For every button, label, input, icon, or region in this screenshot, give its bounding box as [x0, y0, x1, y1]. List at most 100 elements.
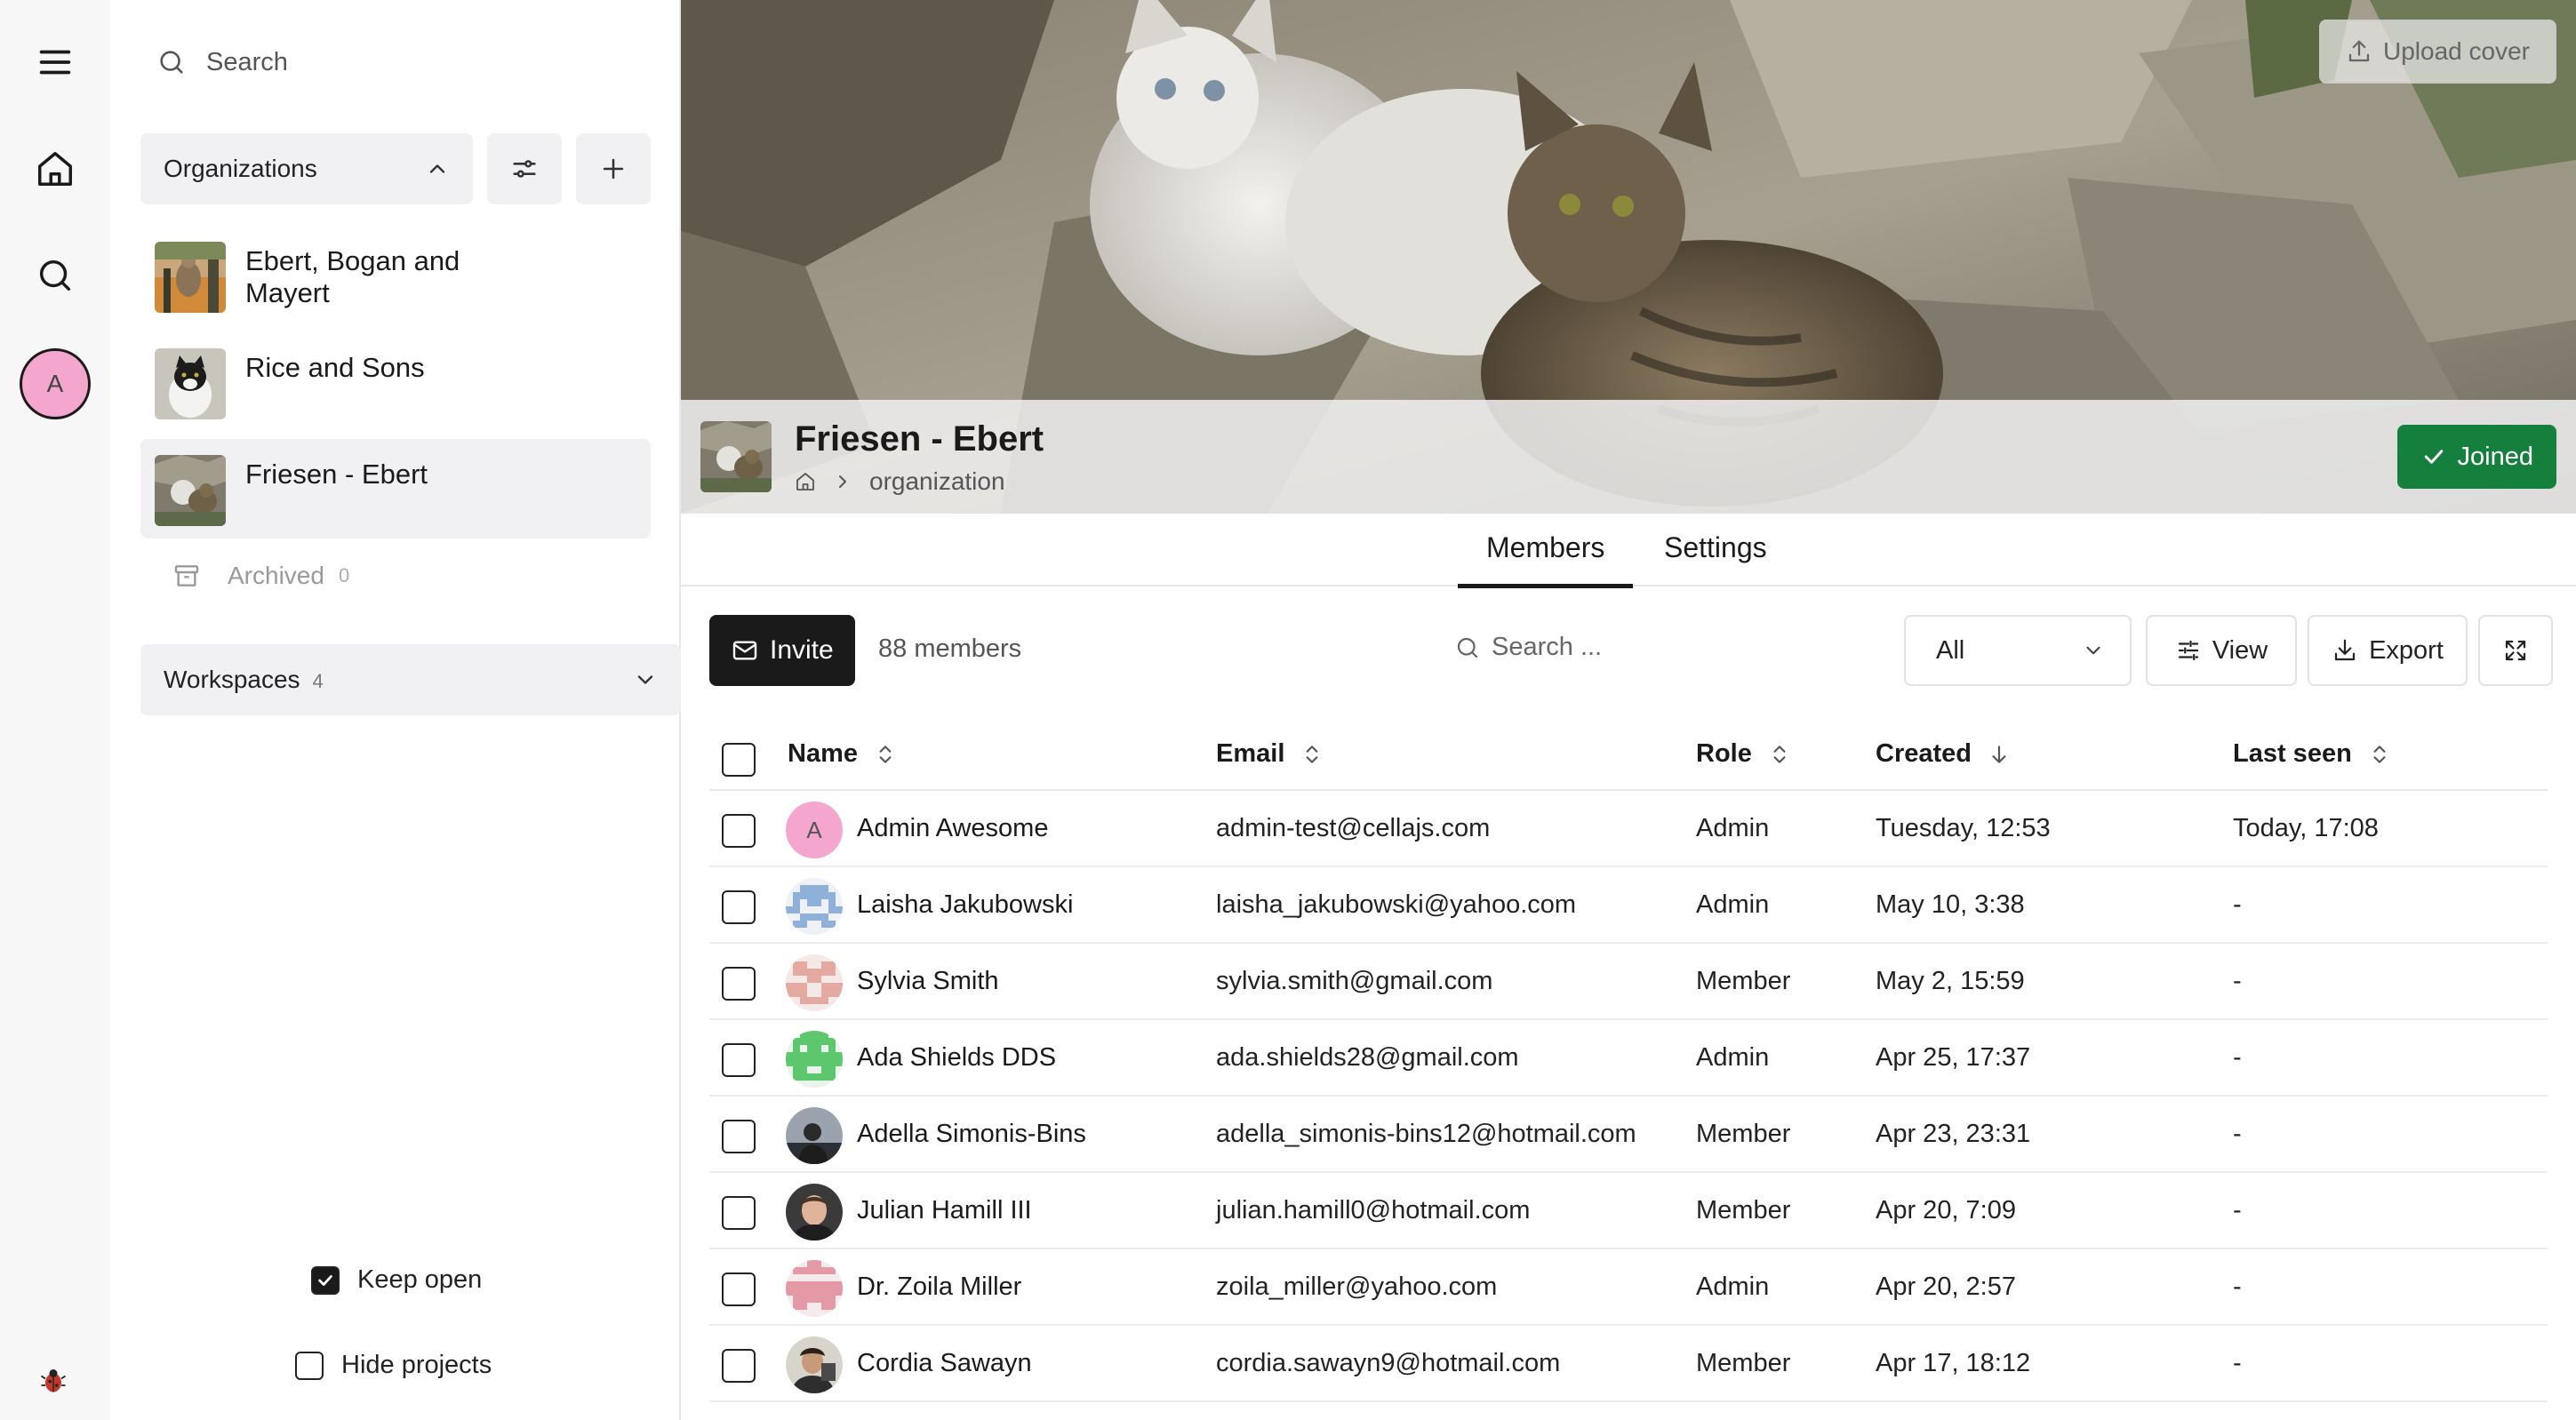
arrow-down-icon	[1992, 745, 2006, 763]
sort-icon	[1773, 745, 1786, 763]
org-thumbnail	[700, 421, 772, 492]
row-checkbox[interactable]	[722, 1043, 756, 1077]
archive-icon	[174, 565, 199, 586]
sidebar-org-rice-and-sons[interactable]: Rice and Sons	[140, 332, 473, 432]
members-toolbar: Invite 88 members Search ... All View Ex…	[709, 615, 2553, 688]
member-name[interactable]: Dr. Zoila Miller	[857, 1272, 1021, 1302]
table-row[interactable]: Julian Hamill III julian.hamill0@hotmail…	[709, 1173, 2548, 1249]
member-last-seen: -	[2233, 1043, 2242, 1072]
members-search-placeholder: Search ...	[1492, 633, 1603, 661]
sidebar: Search Organizations Ebert, Bogan and Ma…	[110, 0, 681, 1420]
row-checkbox[interactable]	[722, 1272, 756, 1306]
member-last-seen: -	[2233, 1272, 2242, 1301]
tab-members[interactable]: Members	[1457, 531, 1634, 588]
table-row[interactable]: Laisha Jakubowski laisha_jakubowski@yaho…	[709, 867, 2548, 944]
joined-button[interactable]: Joined	[2396, 425, 2556, 489]
column-header-created[interactable]: Created	[1876, 739, 2011, 769]
organizations-toggle[interactable]: Organizations	[140, 133, 473, 204]
breadcrumb-current: organization	[869, 467, 1005, 495]
home-icon	[38, 152, 72, 186]
sidebar-org-friesen-ebert[interactable]: Friesen - Ebert	[140, 439, 651, 538]
table-row[interactable]: Sylvia Smith sylvia.smith@gmail.com Memb…	[709, 944, 2548, 1020]
table-row[interactable]: Ada Shields DDS ada.shields28@gmail.com …	[709, 1020, 2548, 1097]
member-role: Member	[1696, 1120, 1791, 1148]
table-row[interactable]: Cordia Sawayn cordia.sawayn9@hotmail.com…	[709, 1326, 2548, 1402]
member-name[interactable]: Sylvia Smith	[857, 967, 999, 996]
row-checkbox[interactable]	[722, 814, 756, 848]
sort-icon	[2373, 745, 2386, 763]
workspaces-toggle[interactable]: Workspaces 4	[140, 644, 681, 715]
sidebar-search[interactable]: Search	[156, 36, 288, 89]
column-role-label: Role	[1696, 739, 1752, 768]
member-name[interactable]: Adella Simonis-Bins	[857, 1120, 1086, 1149]
org-thumbnail	[155, 242, 226, 313]
keep-open-checkbox[interactable]: Keep open	[311, 1265, 482, 1295]
member-name[interactable]: Laisha Jakubowski	[857, 890, 1073, 920]
menu-button[interactable]	[20, 27, 91, 98]
search-icon	[39, 259, 71, 291]
user-avatar-button[interactable]: A	[20, 348, 91, 419]
table-row[interactable]: Dr. Zoila Miller zoila_miller@yahoo.com …	[709, 1249, 2548, 1326]
joined-label: Joined	[2457, 442, 2533, 471]
org-name: Ebert, Bogan and Mayert	[245, 245, 460, 308]
column-header-name[interactable]: Name	[788, 739, 897, 769]
sidebar-org-ebert-bogan-mayert[interactable]: Ebert, Bogan and Mayert	[140, 226, 473, 325]
column-header-email[interactable]: Email	[1216, 739, 1324, 769]
row-checkbox[interactable]	[722, 890, 756, 924]
row-checkbox[interactable]	[722, 1196, 756, 1230]
export-button[interactable]: Export	[2308, 615, 2468, 686]
invite-button[interactable]: Invite	[709, 615, 855, 686]
member-role: Admin	[1696, 890, 1770, 919]
checkbox-unchecked[interactable]	[295, 1351, 324, 1380]
member-email: ada.shields28@gmail.com	[1216, 1043, 1519, 1072]
row-checkbox[interactable]	[722, 967, 756, 1001]
member-email: adella_simonis-bins12@hotmail.com	[1216, 1120, 1636, 1148]
fullscreen-button[interactable]	[2478, 615, 2553, 686]
tab-settings[interactable]: Settings	[1664, 531, 1767, 586]
hide-projects-checkbox[interactable]: Hide projects	[295, 1351, 492, 1380]
column-header-role[interactable]: Role	[1696, 739, 1791, 769]
members-count: 88 members	[878, 634, 1022, 663]
member-name[interactable]: Ada Shields DDS	[857, 1043, 1056, 1073]
member-created: Apr 25, 17:37	[1876, 1043, 2031, 1072]
home-icon[interactable]	[795, 471, 816, 492]
bug-icon[interactable]	[37, 1364, 69, 1396]
add-organization-button[interactable]	[576, 133, 651, 204]
avatar	[786, 1260, 843, 1317]
check-icon	[2424, 450, 2443, 464]
chevron-down-icon	[2086, 646, 2100, 655]
member-last-seen: -	[2233, 1120, 2242, 1148]
table-row[interactable]: A Admin Awesome admin-test@cellajs.com A…	[709, 791, 2548, 867]
table-row[interactable]: Adella Simonis-Bins adella_simonis-bins1…	[709, 1097, 2548, 1173]
hamburger-icon	[39, 50, 71, 75]
export-label: Export	[2369, 635, 2444, 665]
column-header-last-seen[interactable]: Last seen	[2233, 739, 2391, 769]
member-email: cordia.sawayn9@hotmail.com	[1216, 1349, 1561, 1377]
member-created: May 10, 3:38	[1876, 890, 2025, 919]
members-search-input[interactable]: Search ...	[1454, 633, 1602, 662]
avatar	[786, 1184, 843, 1241]
role-filter-select[interactable]: All	[1904, 615, 2132, 686]
member-created: Tuesday, 12:53	[1876, 814, 2051, 842]
member-name[interactable]: Admin Awesome	[857, 814, 1048, 843]
select-all-checkbox[interactable]	[722, 743, 756, 777]
home-button[interactable]	[20, 133, 91, 204]
row-checkbox[interactable]	[722, 1349, 756, 1383]
column-name-label: Name	[788, 739, 858, 768]
member-name[interactable]: Cordia Sawayn	[857, 1349, 1032, 1378]
search-button[interactable]	[20, 240, 91, 311]
checkbox-checked[interactable]	[311, 1265, 340, 1295]
avatar: A	[786, 802, 843, 858]
member-created: Apr 23, 23:31	[1876, 1120, 2031, 1148]
avatar	[786, 1336, 843, 1393]
member-name[interactable]: Julian Hamill III	[857, 1196, 1032, 1225]
view-button[interactable]: View	[2146, 615, 2297, 686]
row-checkbox[interactable]	[722, 1120, 756, 1153]
filter-organizations-button[interactable]	[487, 133, 562, 204]
upload-cover-button[interactable]: Upload cover	[2319, 20, 2556, 84]
upload-cover-label: Upload cover	[2383, 37, 2530, 65]
archived-organizations[interactable]: Archived 0	[172, 562, 349, 590]
page-title: Friesen - Ebert	[795, 419, 1044, 459]
organizations-label: Organizations	[164, 155, 317, 182]
download-icon	[2334, 639, 2356, 661]
